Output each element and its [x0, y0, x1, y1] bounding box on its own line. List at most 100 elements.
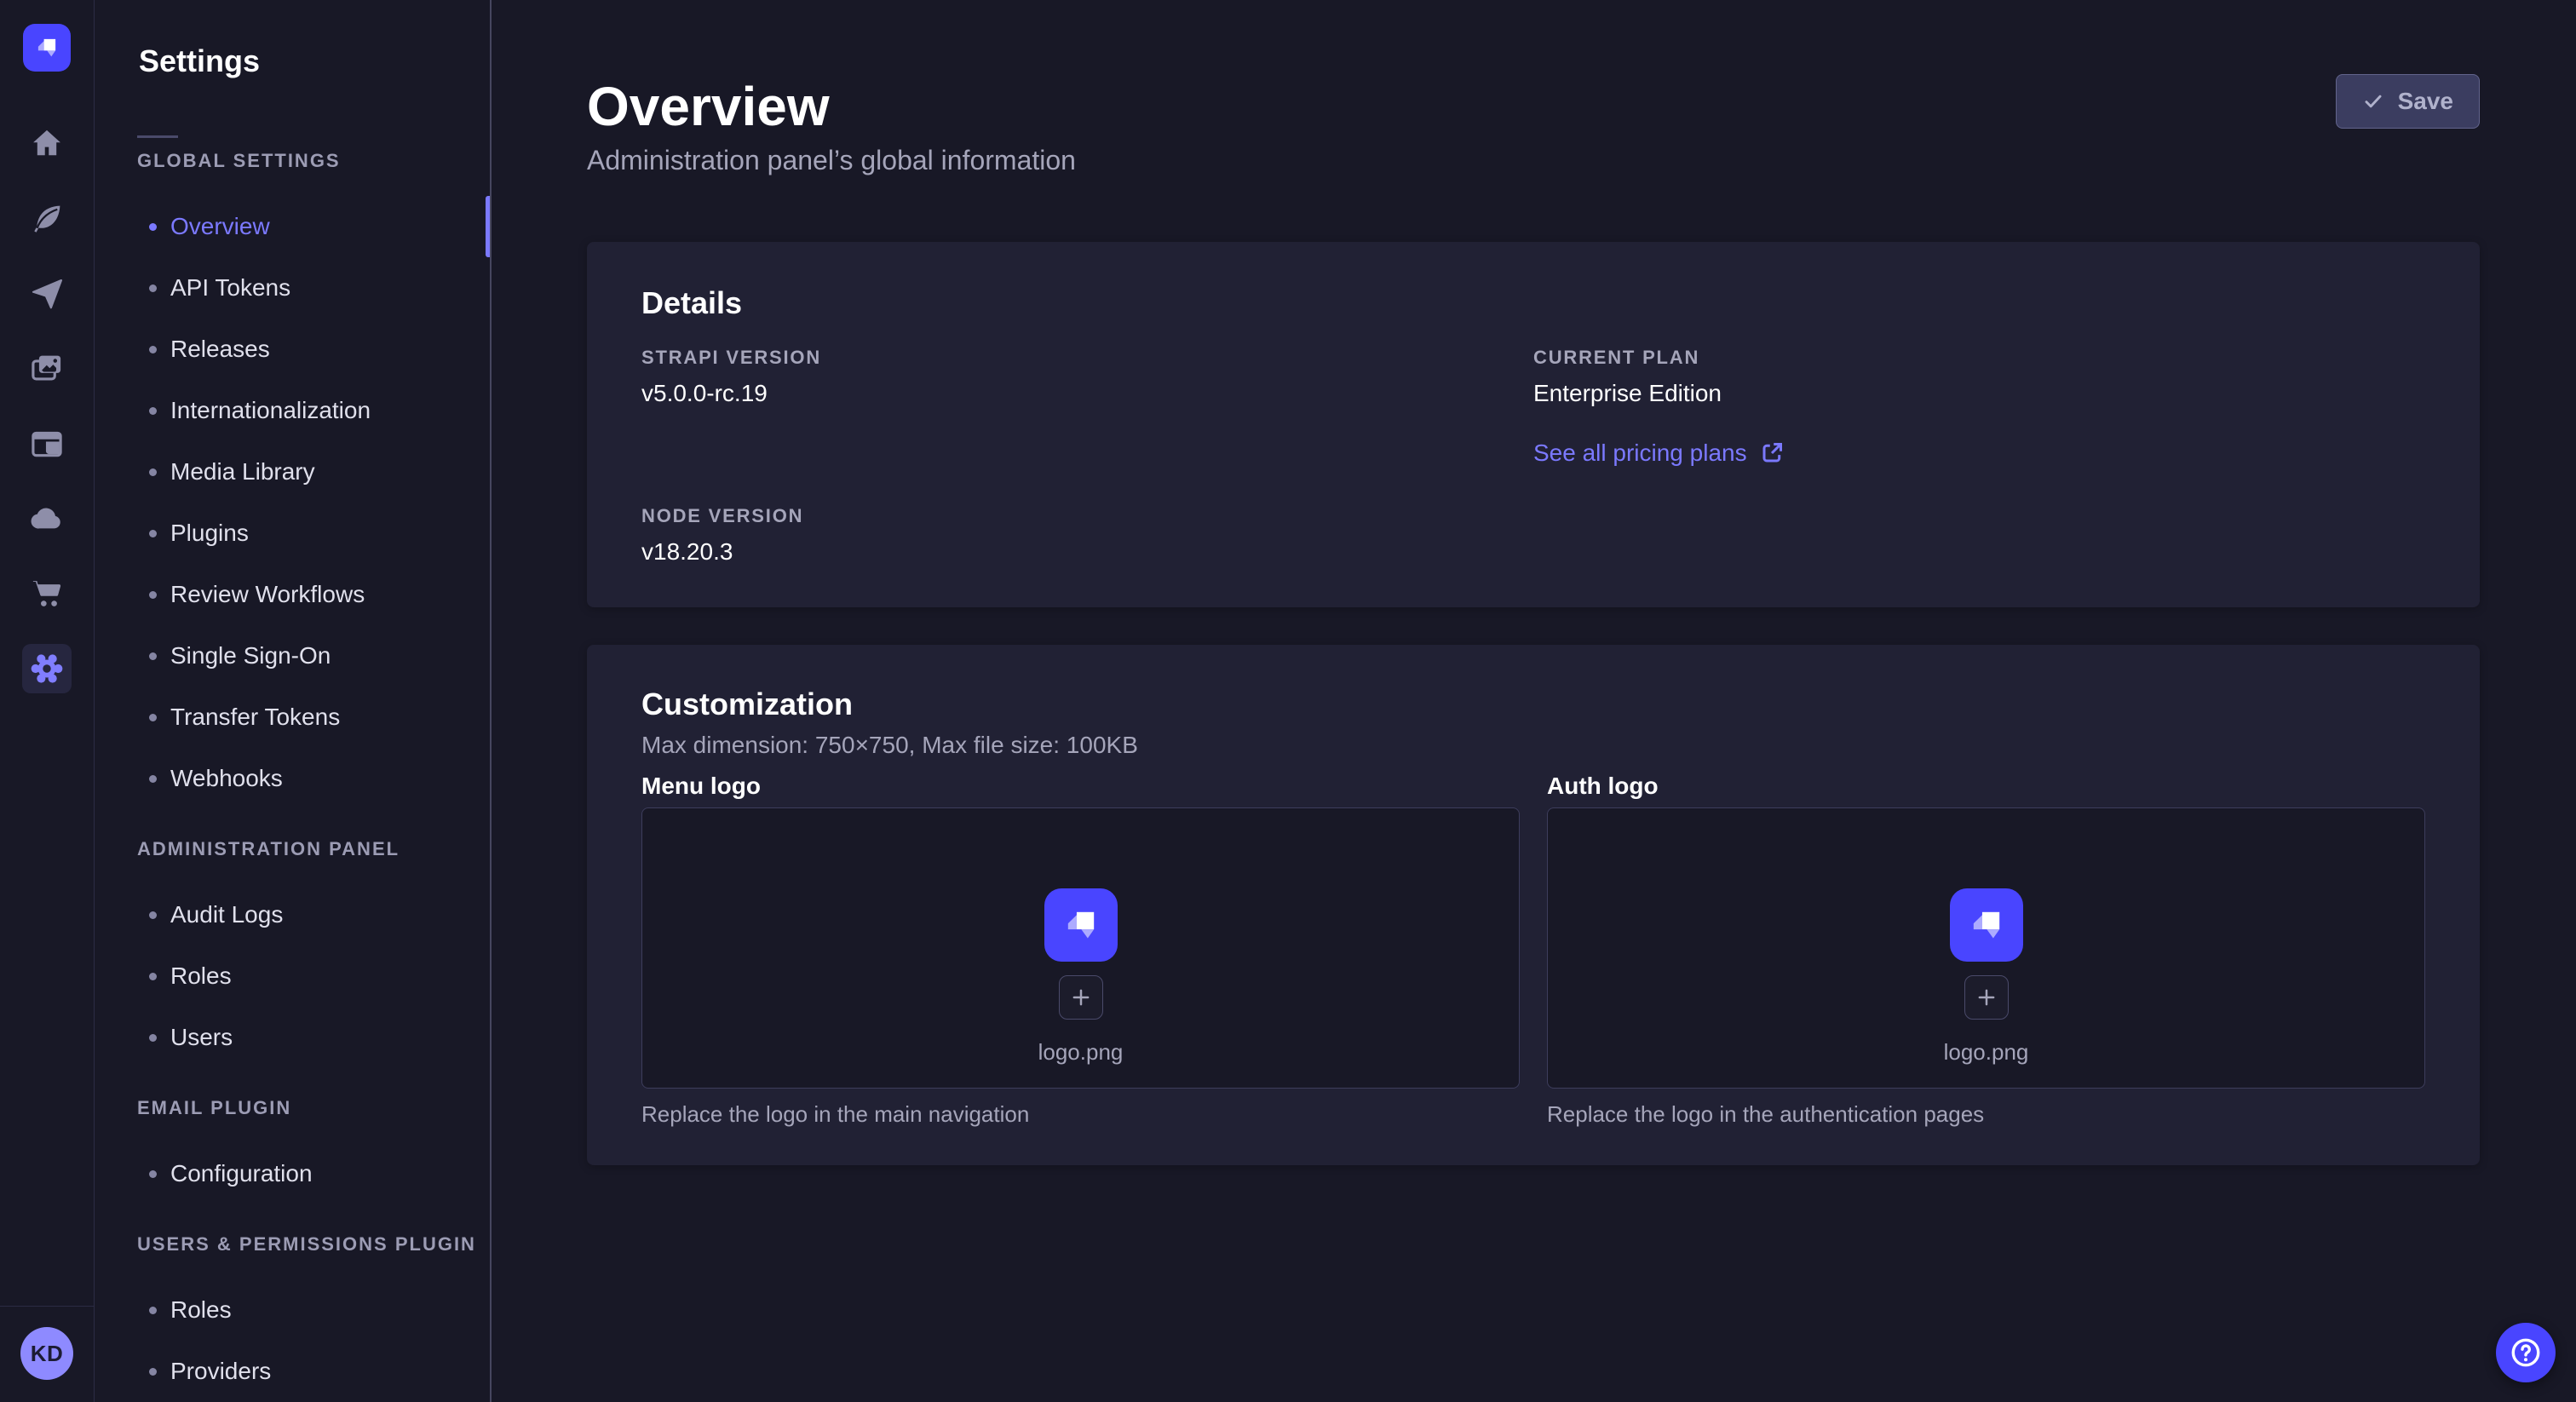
nav-rail-items [22, 119, 72, 719]
feather-icon [29, 201, 65, 237]
sidebar-item-webhooks[interactable]: Webhooks [95, 748, 490, 809]
menu-logo-dropzone[interactable]: logo.png [641, 807, 1520, 1089]
cloud-icon [29, 501, 65, 537]
bullet-icon [149, 714, 157, 721]
field-label: STRAPI VERSION [641, 347, 1533, 369]
bullet-icon [149, 911, 157, 919]
field-node-version: NODE VERSION v18.20.3 [641, 505, 1533, 566]
add-logo-button[interactable] [1964, 975, 2009, 1020]
sidebar-item-label: Providers [170, 1358, 271, 1385]
sidebar-item-label: Review Workflows [170, 581, 365, 608]
logo-preview [1950, 888, 2023, 962]
upload-caption: Replace the logo in the authentication p… [1547, 1100, 2425, 1128]
bullet-icon [149, 775, 157, 783]
bullet-icon [149, 407, 157, 415]
bullet-icon [149, 591, 157, 599]
rail-item-media-library[interactable] [22, 344, 72, 394]
sidebar-item-label: Roles [170, 1296, 232, 1324]
sidebar-item-roles[interactable]: Roles [95, 945, 490, 1007]
sidebar-section-label: EMAIL PLUGIN [137, 1097, 490, 1119]
sidebar-item-review-workflows[interactable]: Review Workflows [95, 564, 490, 625]
sidebar-item-users[interactable]: Users [95, 1007, 490, 1068]
sidebar-item-configuration[interactable]: Configuration [95, 1143, 490, 1204]
sidebar-title: Settings [139, 43, 490, 79]
strapi-workspace-button[interactable] [23, 24, 71, 72]
window-icon [29, 426, 65, 462]
sidebar-sections: GLOBAL SETTINGSOverviewAPI TokensRelease… [95, 150, 490, 1402]
upload-label: Auth logo [1547, 772, 2425, 801]
rail-item-home[interactable] [22, 119, 72, 169]
images-icon [29, 351, 65, 387]
details-fields: STRAPI VERSION v5.0.0-rc.19 CURRENT PLAN… [641, 347, 2425, 566]
sidebar-item-api-tokens[interactable]: API Tokens [95, 257, 490, 319]
page-subtitle: Administration panel’s global informatio… [587, 143, 2480, 177]
logo-preview [1044, 888, 1118, 962]
save-button[interactable]: Save [2336, 74, 2480, 129]
rail-item-cloud[interactable] [22, 494, 72, 543]
bullet-icon [149, 284, 157, 292]
details-card-title: Details [641, 284, 2425, 321]
rail-item-content-type-builder[interactable] [22, 194, 72, 244]
sidebar-item-releases[interactable]: Releases [95, 319, 490, 380]
sidebar-item-label: Overview [170, 213, 270, 240]
logo-uploads: Menu logo logo.png Replace the logo in the… [641, 772, 2425, 1128]
sidebar-section-email-plugin: EMAIL PLUGIN Configuration [95, 1097, 490, 1204]
upload-caption: Replace the logo in the main navigation [641, 1100, 1520, 1128]
sidebar-item-plugins[interactable]: Plugins [95, 503, 490, 564]
question-icon [2509, 1336, 2543, 1370]
rail-item-deploy[interactable] [22, 269, 72, 319]
bullet-icon [149, 530, 157, 537]
sidebar-item-label: Audit Logs [170, 901, 283, 928]
rail-item-settings[interactable] [22, 644, 72, 693]
field-label: CURRENT PLAN [1533, 347, 2425, 369]
upload-field-menu-logo: Menu logo logo.png Replace the logo in the… [641, 772, 1520, 1128]
rail-item-marketplace[interactable] [22, 569, 72, 618]
bullet-icon [149, 223, 157, 231]
sidebar-item-single-sign-on[interactable]: Single Sign-On [95, 625, 490, 687]
check-icon [2362, 90, 2384, 112]
help-button[interactable] [2496, 1323, 2556, 1382]
strapi-logo-icon [32, 32, 62, 63]
sidebar-item-label: Transfer Tokens [170, 704, 340, 731]
add-logo-button[interactable] [1059, 975, 1103, 1020]
sidebar-item-label: Webhooks [170, 765, 283, 792]
bullet-icon [149, 652, 157, 660]
sidebar-item-label: Roles [170, 962, 232, 990]
details-card: Details STRAPI VERSION v5.0.0-rc.19 CURR… [587, 242, 2480, 607]
external-link-icon [1759, 440, 1785, 466]
customization-card-subtitle: Max dimension: 750×750, Max file size: 1… [641, 731, 2425, 760]
sidebar-item-label: Single Sign-On [170, 642, 331, 669]
pricing-plans-link-label: See all pricing plans [1533, 439, 1747, 468]
sidebar-item-roles[interactable]: Roles [95, 1279, 490, 1341]
upload-field-auth-logo: Auth logo logo.png Replace the logo in the… [1547, 772, 2425, 1128]
main-nav-rail: KD [0, 0, 95, 1402]
field-current-plan: CURRENT PLAN Enterprise Edition See all … [1533, 347, 2425, 468]
bullet-icon [149, 1307, 157, 1314]
gear-icon [29, 651, 65, 687]
bullet-icon [149, 1368, 157, 1376]
sidebar-item-audit-logs[interactable]: Audit Logs [95, 884, 490, 945]
sidebar-item-internationalization[interactable]: Internationalization [95, 380, 490, 441]
bullet-icon [149, 973, 157, 980]
home-icon [29, 126, 65, 162]
pricing-plans-link[interactable]: See all pricing plans [1533, 439, 1785, 468]
field-label: NODE VERSION [641, 505, 1533, 527]
page-title: Overview [587, 75, 2480, 138]
sidebar-item-overview[interactable]: Overview [95, 196, 490, 257]
sidebar-item-providers[interactable]: Providers [95, 1341, 490, 1402]
paper-plane-icon [29, 276, 65, 312]
upload-filename: logo.png [1944, 1038, 2029, 1066]
nav-rail-footer: KD [0, 1306, 94, 1402]
sidebar-item-media-library[interactable]: Media Library [95, 441, 490, 503]
upload-label: Menu logo [641, 772, 1520, 801]
bullet-icon [149, 1034, 157, 1042]
user-avatar[interactable]: KD [20, 1327, 73, 1380]
rail-item-content-manager[interactable] [22, 419, 72, 468]
sidebar-section-global-settings: GLOBAL SETTINGSOverviewAPI TokensRelease… [95, 150, 490, 809]
sidebar-item-label: Internationalization [170, 397, 371, 424]
sidebar-item-transfer-tokens[interactable]: Transfer Tokens [95, 687, 490, 748]
sidebar-item-label: Users [170, 1024, 233, 1051]
sidebar-section-label: ADMINISTRATION PANEL [137, 838, 490, 860]
sidebar-item-label: Plugins [170, 520, 249, 547]
auth-logo-dropzone[interactable]: logo.png [1547, 807, 2425, 1089]
